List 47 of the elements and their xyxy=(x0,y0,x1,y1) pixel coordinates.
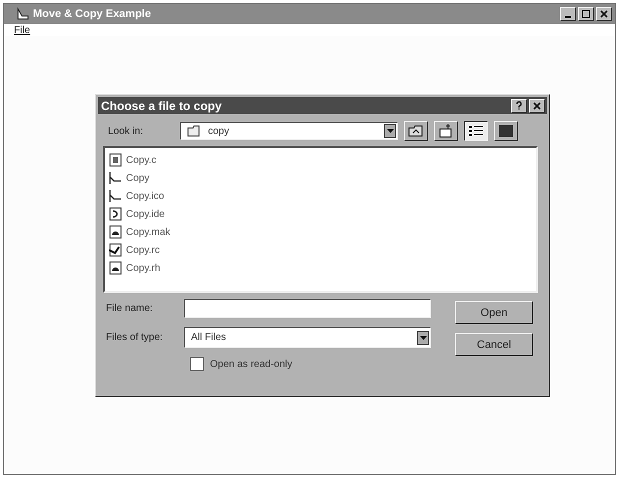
up-button[interactable] xyxy=(404,121,428,141)
minimize-button[interactable] xyxy=(560,7,576,21)
files-of-type-dropdown[interactable]: All Files xyxy=(184,327,431,348)
maximize-button[interactable] xyxy=(578,7,594,21)
read-only-checkbox[interactable] xyxy=(190,357,204,371)
document-icon xyxy=(109,225,122,239)
look-in-label: Look in: xyxy=(108,126,144,136)
details-icon xyxy=(499,125,513,137)
open-button[interactable]: Open xyxy=(455,301,533,324)
app-icon xyxy=(16,7,30,21)
details-button[interactable] xyxy=(494,121,518,141)
caret-icon xyxy=(420,336,426,340)
caret-icon xyxy=(386,129,394,133)
close-button[interactable] xyxy=(596,7,612,21)
document-icon xyxy=(109,207,122,221)
dropdown-button[interactable] xyxy=(417,330,429,344)
up-folder-icon xyxy=(408,125,424,137)
newfolder-button[interactable] xyxy=(434,121,458,141)
dropdown-button[interactable] xyxy=(384,124,396,138)
resource-icon xyxy=(109,243,122,257)
close-icon xyxy=(600,10,608,18)
file-name[interactable]: Copy.rh xyxy=(126,262,160,274)
document-icon xyxy=(109,261,122,275)
maximize-icon xyxy=(582,10,590,18)
file-name[interactable]: Copy.rc xyxy=(126,244,160,256)
file-name[interactable]: Copy.ico xyxy=(126,190,164,202)
look-in-dropdown[interactable]: copy xyxy=(180,122,398,140)
document-icon xyxy=(109,153,122,167)
file-name[interactable]: Copy.ide xyxy=(126,208,165,220)
dialog-title: Choose a file to copy xyxy=(101,98,222,112)
files-of-type-label: Files of type: xyxy=(106,332,164,343)
file-name[interactable]: Copy.c xyxy=(126,154,156,166)
list-icon xyxy=(468,125,484,137)
help-button[interactable] xyxy=(511,98,527,112)
menu-item[interactable]: File xyxy=(14,24,30,36)
cancel-button[interactable]: Cancel xyxy=(455,333,533,356)
close-icon xyxy=(533,102,541,110)
help-icon xyxy=(515,101,523,110)
file-name[interactable]: Copy.mak xyxy=(126,226,170,238)
close-button[interactable] xyxy=(529,98,545,112)
file-name-label: File name: xyxy=(106,303,154,314)
file-name-field[interactable] xyxy=(184,299,431,318)
read-only-label: Open as read-only xyxy=(210,358,292,370)
file-name[interactable]: Copy xyxy=(126,172,150,184)
list-button[interactable] xyxy=(464,121,488,141)
window-title: Move & Copy Example xyxy=(33,8,151,20)
new-folder-icon xyxy=(439,124,453,138)
